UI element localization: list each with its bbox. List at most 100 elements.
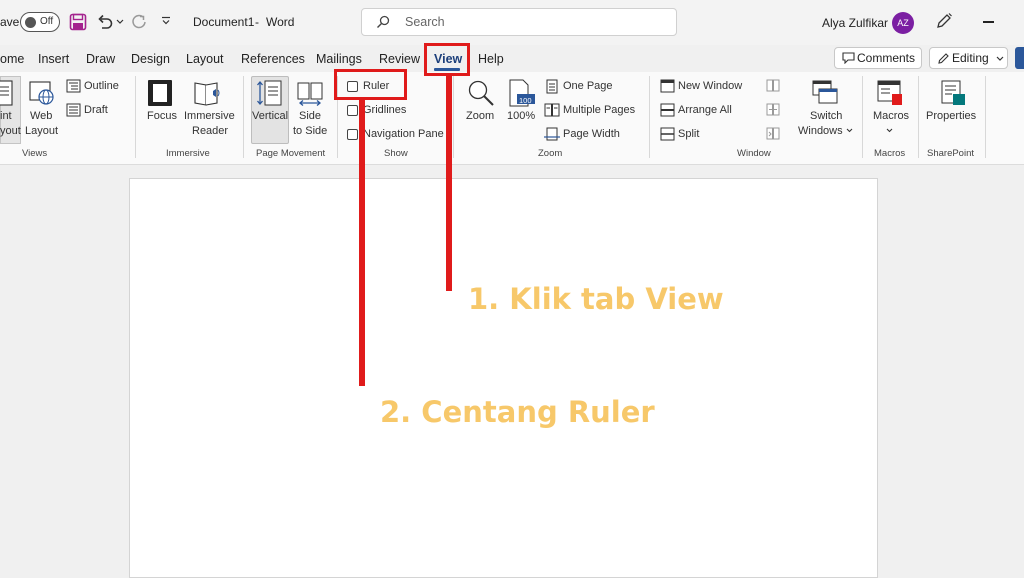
tab-help[interactable]: Help [478, 52, 504, 66]
switch-windows-label-1: Switch [810, 110, 843, 122]
step-1-annotation: 1. Klik tab View [468, 282, 724, 316]
chevron-down-icon [846, 128, 853, 133]
arrange-all-icon[interactable] [660, 103, 675, 117]
group-divider [918, 76, 919, 158]
draft-icon[interactable] [66, 103, 81, 117]
group-label-macros: Macros [874, 148, 906, 159]
tab-draw[interactable]: Draw [86, 52, 115, 66]
page-width-label[interactable]: Page Width [563, 128, 620, 140]
one-page-icon[interactable] [545, 79, 559, 94]
document-page[interactable] [129, 178, 878, 578]
group-divider [985, 76, 986, 158]
properties-icon[interactable] [939, 79, 967, 107]
callout-line-ruler [359, 99, 365, 386]
multiple-pages-label[interactable]: Multiple Pages [563, 104, 635, 116]
editing-label: Editing [952, 51, 989, 65]
tab-home[interactable]: ome [0, 52, 24, 66]
redo-icon[interactable] [130, 13, 148, 31]
outline-label[interactable]: Outline [84, 80, 119, 92]
view-tab-highlight [424, 43, 470, 76]
print-layout-label-1: int [0, 110, 12, 122]
undo-icon[interactable] [96, 13, 114, 31]
properties-label: Properties [926, 110, 977, 122]
tab-references[interactable]: References [241, 52, 305, 66]
switch-windows-label-2: Windows [798, 125, 843, 137]
customize-toolbar-icon[interactable] [161, 16, 171, 26]
step-2-annotation: 2. Centang Ruler [380, 395, 655, 429]
comment-icon [842, 52, 855, 64]
focus-label: Focus [147, 110, 177, 122]
side-to-side-icon[interactable] [296, 79, 324, 107]
search-icon [377, 15, 390, 28]
chevron-down-icon [886, 128, 893, 133]
vertical-scroll-icon [257, 80, 282, 106]
tab-review[interactable]: Review [379, 52, 420, 66]
group-label-show: Show [384, 148, 408, 159]
switch-windows-icon[interactable] [811, 79, 839, 107]
autosave-label: ave [0, 15, 20, 29]
group-label-zoom: Zoom [538, 148, 563, 159]
page-width-icon[interactable] [544, 127, 560, 141]
tab-layout[interactable]: Layout [186, 52, 224, 66]
share-button[interactable] [1015, 47, 1024, 69]
vertical-label: Vertical [252, 110, 289, 122]
view-side-by-side-icon[interactable] [766, 79, 780, 92]
immersive-reader-icon[interactable] [193, 79, 221, 107]
immersive-reader-label-2: Reader [192, 125, 229, 137]
print-layout-label-2: yout [0, 125, 21, 137]
group-divider [135, 76, 136, 158]
new-window-label[interactable]: New Window [678, 80, 742, 92]
focus-icon[interactable] [147, 79, 173, 107]
autosave-toggle[interactable]: Off [20, 12, 60, 32]
one-page-label[interactable]: One Page [563, 80, 613, 92]
tab-insert[interactable]: Insert [38, 52, 69, 66]
synchronous-scrolling-icon[interactable] [766, 103, 780, 116]
arrange-all-label[interactable]: Arrange All [678, 104, 732, 116]
group-label-window: Window [737, 148, 771, 159]
split-label[interactable]: Split [678, 128, 699, 140]
navigation-pane-checkbox[interactable] [347, 129, 358, 140]
side-to-side-label-2: to Side [293, 125, 328, 137]
split-icon[interactable] [660, 127, 675, 141]
save-icon[interactable] [69, 13, 87, 31]
pencil-icon [938, 53, 949, 64]
gridlines-label[interactable]: Gridlines [363, 104, 406, 116]
gridlines-checkbox[interactable] [347, 105, 358, 116]
reset-window-position-icon[interactable] [766, 127, 780, 140]
draft-label[interactable]: Draft [84, 104, 108, 116]
group-label-immersive: Immersive [166, 148, 210, 159]
group-divider [862, 76, 863, 158]
web-layout-icon[interactable] [29, 80, 55, 106]
search-box[interactable]: Search [361, 8, 677, 36]
coauthoring-pen-icon[interactable] [935, 12, 953, 30]
minimize-icon[interactable] [983, 21, 994, 23]
callout-line-view [446, 75, 452, 291]
tab-mailings[interactable]: Mailings [316, 52, 362, 66]
app-name: Word [266, 15, 295, 29]
search-placeholder: Search [405, 15, 445, 29]
chevron-down-icon [996, 56, 1004, 61]
side-to-side-label-1: Side [299, 110, 322, 122]
zoom-magnifier-icon[interactable] [467, 79, 495, 107]
group-divider [243, 76, 244, 158]
chevron-down-icon[interactable] [116, 19, 124, 25]
title-bar: ave Off Document1 - Word Search Alya Zul… [0, 0, 1024, 45]
web-layout-label-1: Web [30, 110, 53, 122]
new-window-icon[interactable] [660, 79, 675, 93]
outline-icon[interactable] [66, 79, 81, 93]
zoom-label: Zoom [466, 110, 495, 122]
autosave-state: Off [40, 16, 54, 27]
comments-button[interactable]: Comments [834, 47, 922, 69]
group-divider [649, 76, 650, 158]
multiple-pages-icon[interactable] [544, 103, 560, 117]
zoom-100-badge: 100 [519, 96, 532, 105]
tab-design[interactable]: Design [131, 52, 170, 66]
user-name: Alya Zulfikar [822, 16, 889, 30]
group-divider [453, 76, 454, 158]
navigation-pane-label[interactable]: Navigation Pane [363, 128, 444, 140]
avatar[interactable]: AZ [892, 12, 914, 34]
editing-mode-button[interactable]: Editing [929, 47, 1008, 69]
comments-label: Comments [857, 51, 916, 65]
macros-icon[interactable] [876, 79, 904, 107]
group-label-page-movement: Page Movement [256, 148, 326, 159]
